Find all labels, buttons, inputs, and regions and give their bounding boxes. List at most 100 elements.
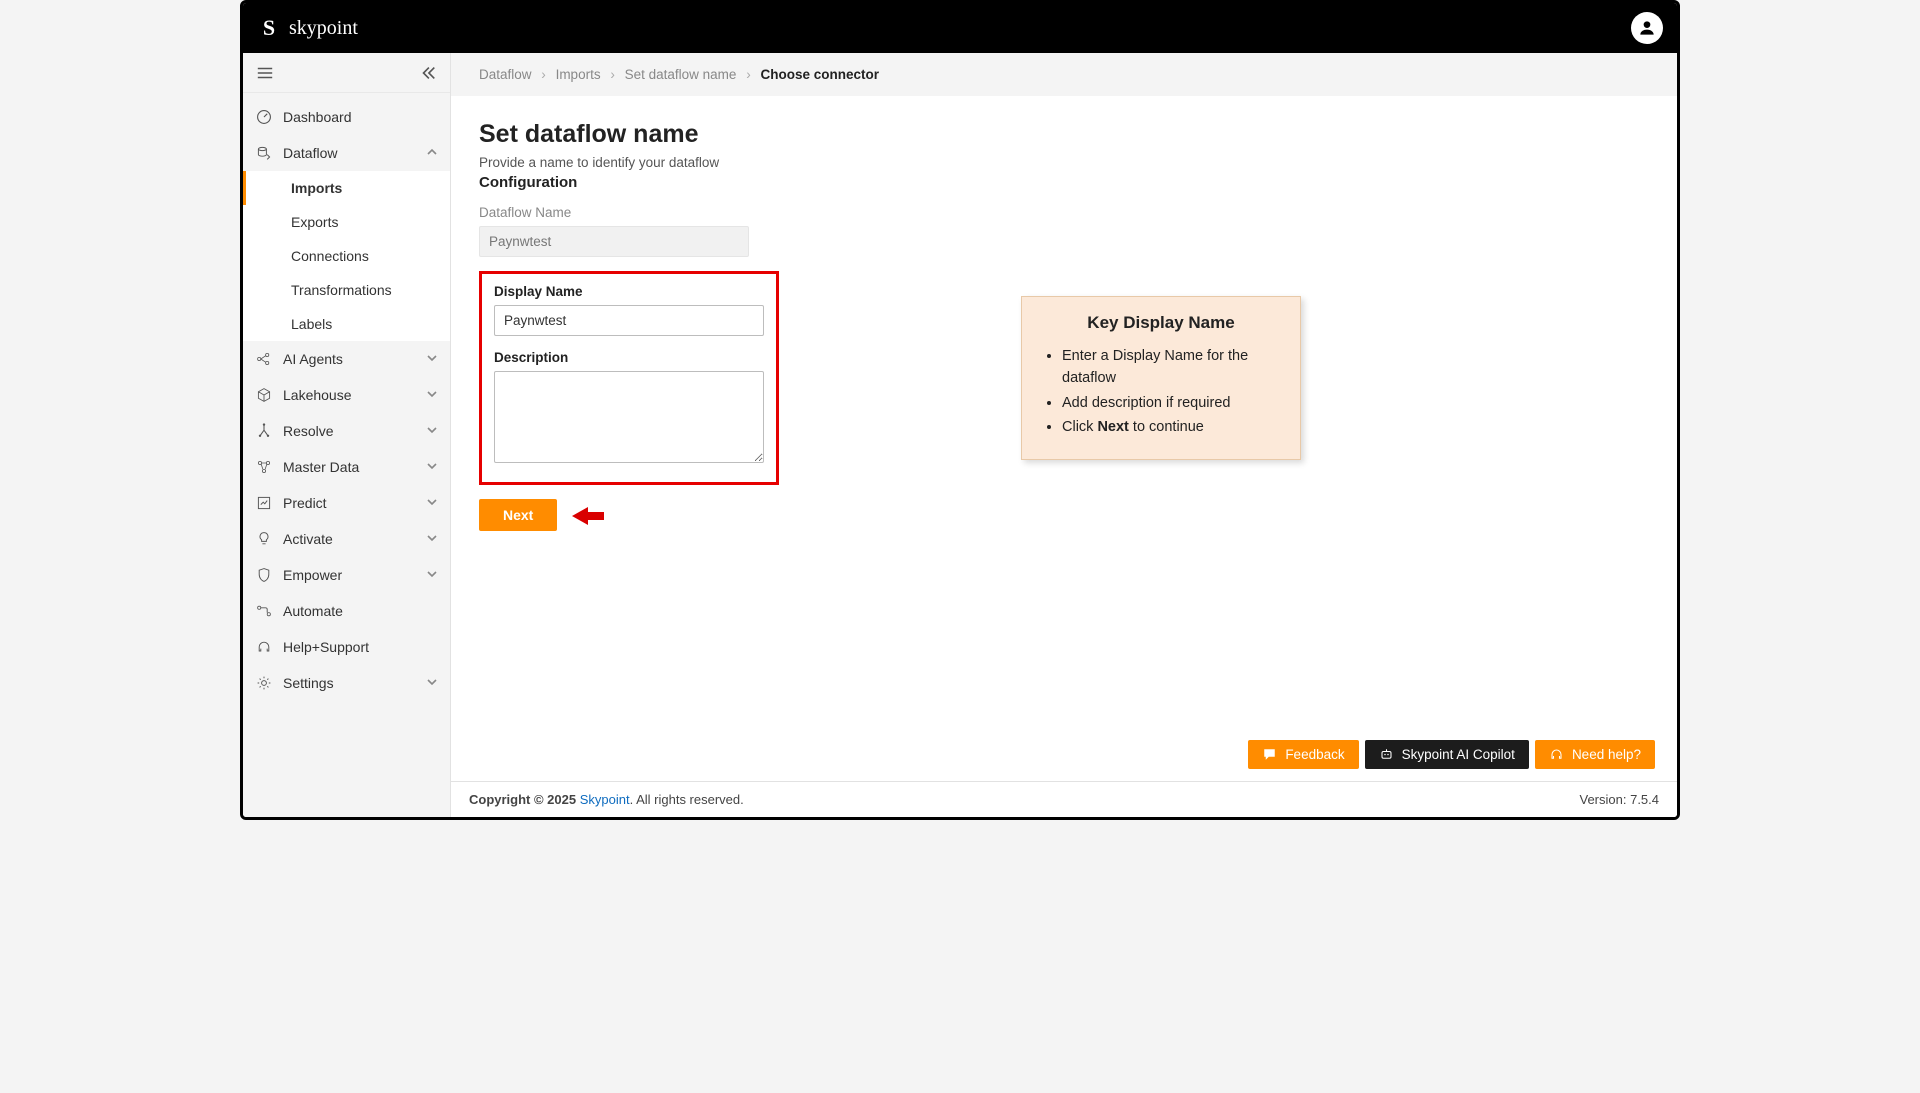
highlight-box: Display Name Description (479, 271, 779, 485)
footer-brand-link[interactable]: Skypoint (580, 792, 630, 807)
feedback-button[interactable]: Feedback (1248, 740, 1358, 769)
dataflow-subitems: Imports Exports Connections Transformati… (243, 171, 450, 341)
sidebar-item-transformations[interactable]: Transformations (243, 273, 450, 307)
sidebar-item-label: Activate (283, 531, 333, 547)
sidebar-item-label: Imports (291, 180, 342, 196)
sidebar-item-help-support[interactable]: Help+Support (243, 629, 450, 665)
action-bar: Feedback Skypoint AI Copilot Need help? (1248, 740, 1655, 769)
database-arrow-icon (255, 144, 273, 162)
page-subhead: Provide a name to identify your dataflow (479, 155, 1649, 170)
description-textarea[interactable] (494, 371, 764, 463)
sidebar-item-predict[interactable]: Predict (243, 485, 450, 521)
brand-logo-icon: S (257, 14, 281, 42)
display-name-label: Display Name (494, 284, 764, 299)
sidebar-item-empower[interactable]: Empower (243, 557, 450, 593)
sidebar: Dashboard Dataflow Imports Exports Conne… (243, 53, 451, 817)
need-help-button[interactable]: Need help? (1535, 740, 1655, 769)
sidebar-item-label: Master Data (283, 459, 359, 475)
sidebar-item-label: Connections (291, 248, 369, 264)
chevron-down-icon (426, 351, 438, 367)
description-label: Description (494, 350, 764, 365)
sidebar-item-dataflow[interactable]: Dataflow (243, 135, 450, 171)
chart-icon (255, 494, 273, 512)
sidebar-item-label: Exports (291, 214, 338, 230)
arrow-left-icon (572, 505, 604, 527)
sidebar-item-labels[interactable]: Labels (243, 307, 450, 341)
sidebar-item-label: Predict (283, 495, 327, 511)
gauge-icon (255, 108, 273, 126)
sidebar-item-label: Empower (283, 567, 342, 583)
topbar: S skypoint (243, 3, 1677, 53)
merge-icon (255, 422, 273, 440)
chevron-down-icon (426, 675, 438, 691)
sidebar-item-settings[interactable]: Settings (243, 665, 450, 701)
chevron-up-icon (426, 145, 438, 161)
footer-version: Version: 7.5.4 (1580, 792, 1660, 807)
pill-label: Feedback (1285, 747, 1344, 762)
sidebar-top (243, 53, 450, 93)
app-frame: S skypoint Dashboar (240, 0, 1680, 820)
sidebar-item-label: Labels (291, 316, 332, 332)
sidebar-item-label: Dataflow (283, 145, 337, 161)
copilot-button[interactable]: Skypoint AI Copilot (1365, 740, 1529, 769)
sidebar-item-imports[interactable]: Imports (243, 171, 450, 205)
sidebar-item-exports[interactable]: Exports (243, 205, 450, 239)
footer-text: Copyright © 2025 (469, 792, 580, 807)
avatar[interactable] (1631, 12, 1663, 44)
sidebar-item-dashboard[interactable]: Dashboard (243, 99, 450, 135)
chevron-down-icon (426, 423, 438, 439)
headset-icon (1549, 747, 1564, 762)
sidebar-item-automate[interactable]: Automate (243, 593, 450, 629)
nodes-icon (255, 350, 273, 368)
next-button[interactable]: Next (479, 499, 557, 531)
sidebar-item-label: Automate (283, 603, 343, 619)
chevron-down-icon (426, 531, 438, 547)
body: Dashboard Dataflow Imports Exports Conne… (243, 53, 1677, 817)
callout-text: to continue (1129, 419, 1204, 435)
chevron-right-icon: › (541, 67, 546, 82)
sidebar-item-resolve[interactable]: Resolve (243, 413, 450, 449)
callout-item: Click Next to continue (1062, 416, 1282, 438)
breadcrumb-item[interactable]: Dataflow (479, 67, 532, 82)
lightbulb-icon (255, 530, 273, 548)
callout-list: Enter a Display Name for the dataflow Ad… (1040, 345, 1282, 439)
chat-icon (1262, 747, 1277, 762)
sidebar-item-label: Lakehouse (283, 387, 352, 403)
section-heading: Configuration (479, 174, 1649, 191)
breadcrumb-item[interactable]: Imports (556, 67, 601, 82)
sidebar-item-label: Resolve (283, 423, 334, 439)
headset-icon (255, 638, 273, 656)
footer: Copyright © 2025 Skypoint. All rights re… (451, 781, 1677, 817)
chevron-down-icon (426, 387, 438, 403)
breadcrumb-current: Choose connector (760, 67, 879, 82)
callout-bold: Next (1097, 419, 1128, 435)
brand[interactable]: S skypoint (257, 14, 358, 42)
chevron-right-icon: › (746, 67, 751, 82)
footer-copyright: Copyright © 2025 Skypoint. All rights re… (469, 792, 744, 807)
gear-icon (255, 674, 273, 692)
callout-title: Key Display Name (1040, 313, 1282, 333)
sidebar-item-label: Settings (283, 675, 334, 691)
chevron-down-icon (426, 459, 438, 475)
dataflow-name-label: Dataflow Name (479, 205, 1649, 220)
hamburger-icon[interactable] (255, 63, 275, 83)
breadcrumb: Dataflow › Imports › Set dataflow name ›… (451, 53, 1677, 96)
sidebar-item-label: Help+Support (283, 639, 369, 655)
shield-icon (255, 566, 273, 584)
breadcrumb-item[interactable]: Set dataflow name (625, 67, 737, 82)
sidebar-item-label: Dashboard (283, 109, 352, 125)
chevron-down-icon (426, 495, 438, 511)
sidebar-item-connections[interactable]: Connections (243, 239, 450, 273)
brand-name: skypoint (289, 17, 358, 40)
content: Set dataflow name Provide a name to iden… (451, 96, 1677, 781)
sidebar-item-activate[interactable]: Activate (243, 521, 450, 557)
chevron-down-icon (426, 567, 438, 583)
sidebar-item-master-data[interactable]: Master Data (243, 449, 450, 485)
display-name-input[interactable] (494, 305, 764, 336)
sidebar-item-lakehouse[interactable]: Lakehouse (243, 377, 450, 413)
collapse-sidebar-icon[interactable] (418, 63, 438, 83)
dataflow-name-readonly: Paynwtest (479, 226, 749, 257)
user-icon (1637, 18, 1657, 38)
cube-icon (255, 386, 273, 404)
sidebar-item-ai-agents[interactable]: AI Agents (243, 341, 450, 377)
